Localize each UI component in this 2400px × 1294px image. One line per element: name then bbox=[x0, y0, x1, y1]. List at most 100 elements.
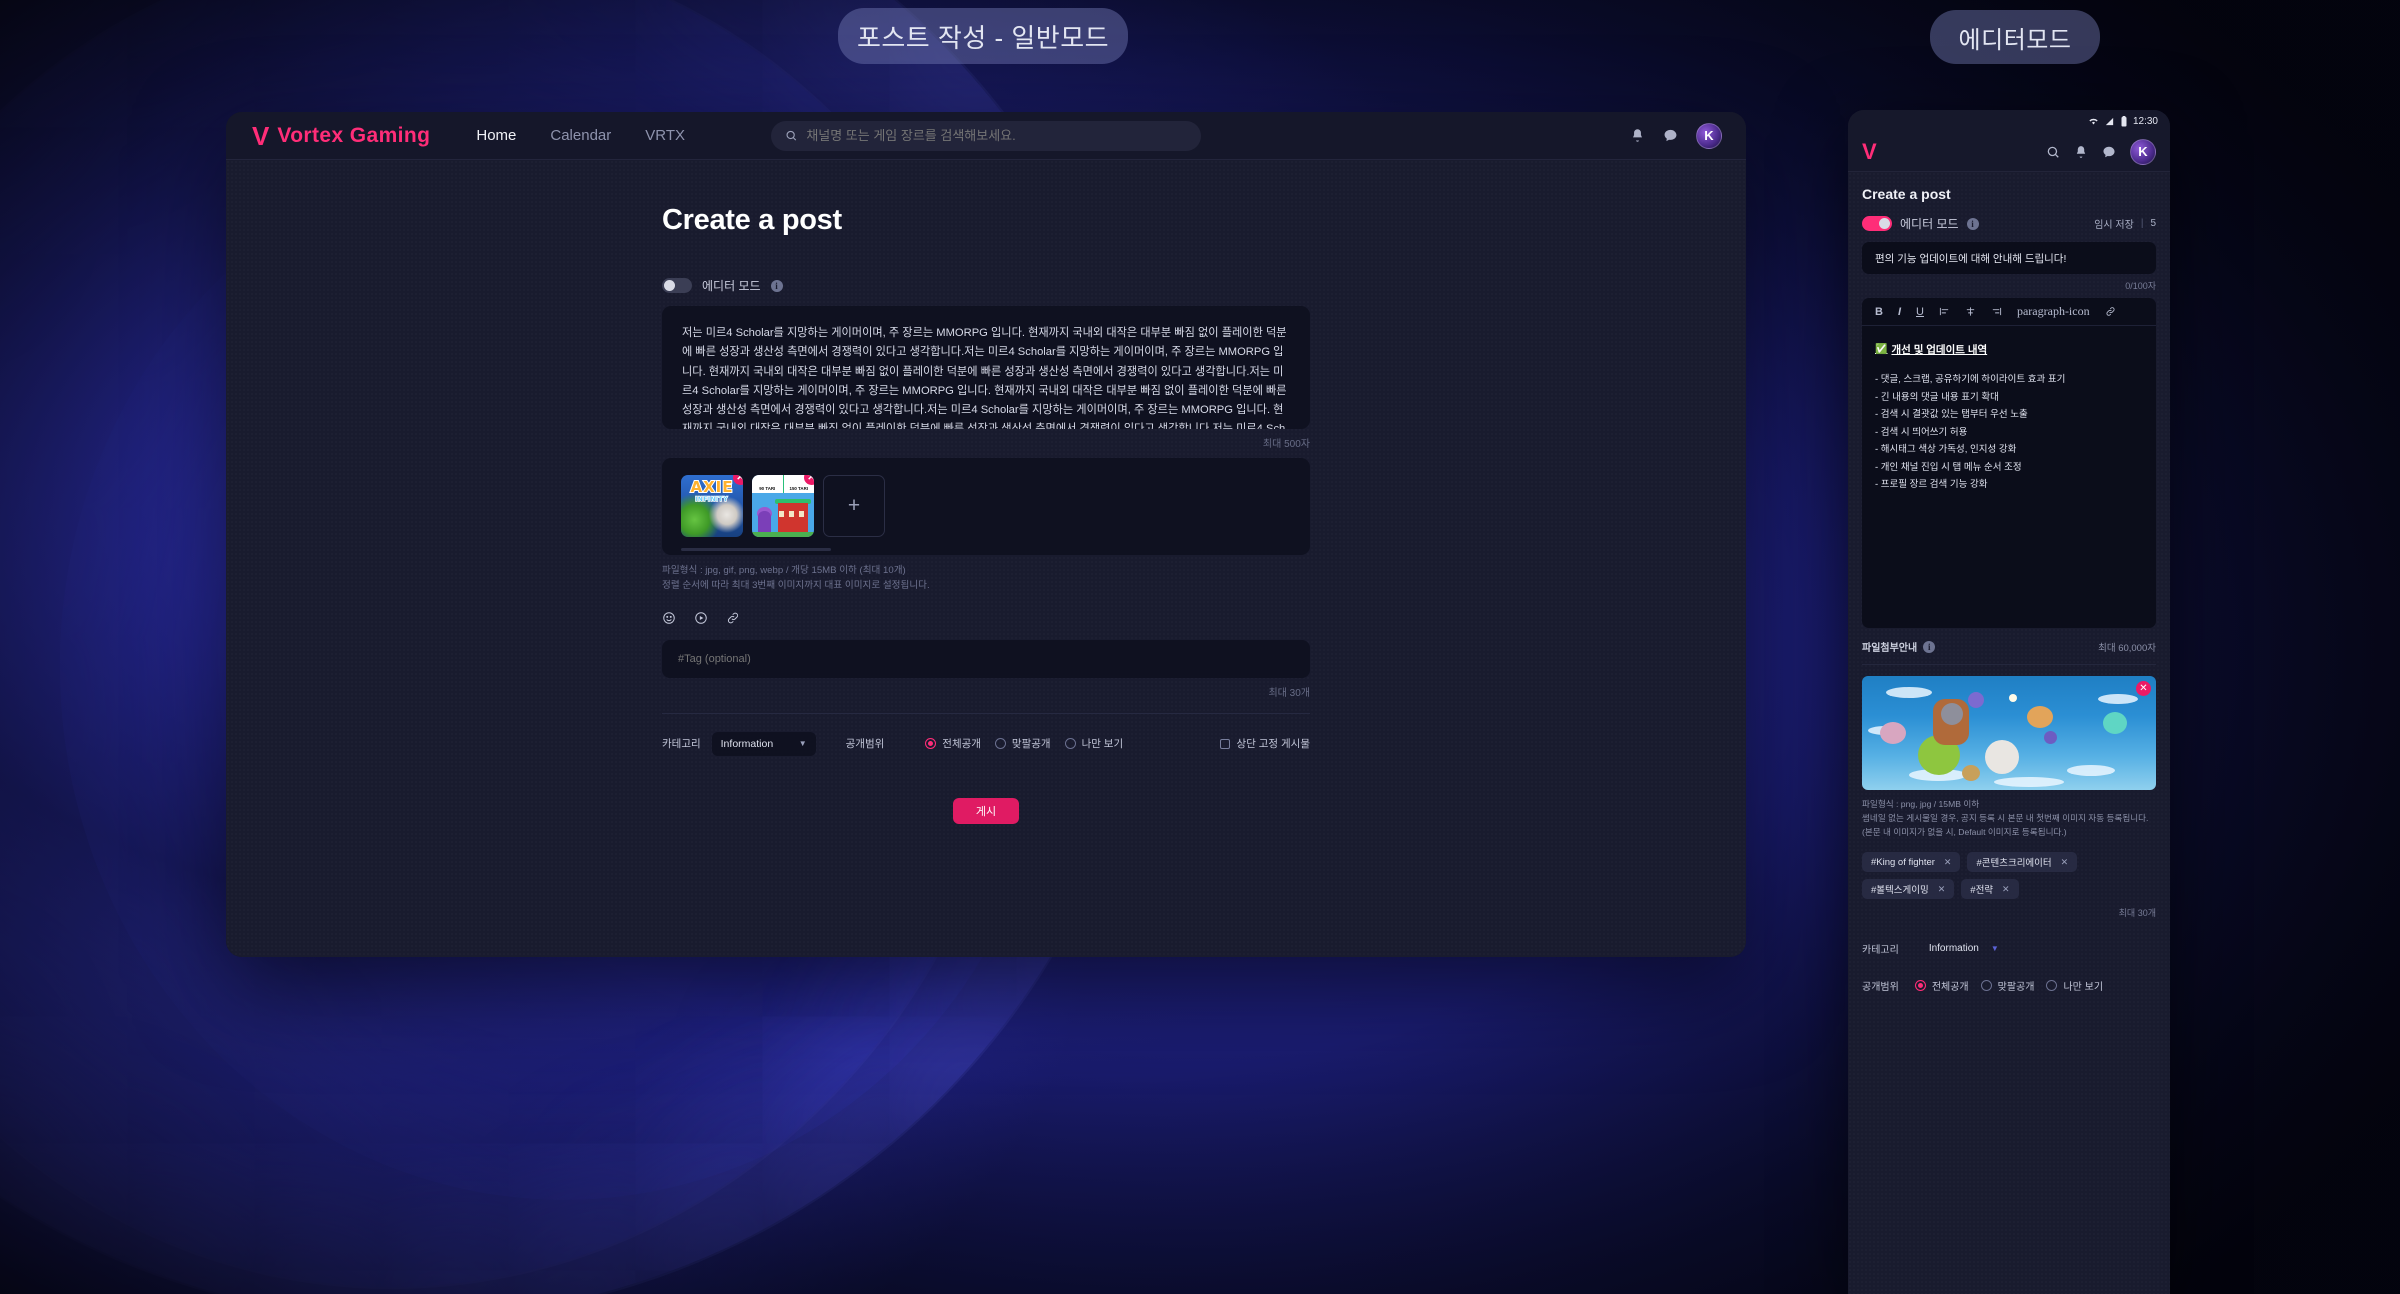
tag-label: #King of fighter bbox=[1871, 856, 1935, 868]
category-select[interactable]: Information ▼ bbox=[711, 731, 816, 756]
radio-icon bbox=[1064, 738, 1076, 750]
mobile-visibility-option-private[interactable]: 나만 보기 bbox=[2046, 978, 2103, 993]
temp-save-count: 5 bbox=[2150, 218, 2156, 229]
add-image-button[interactable]: + bbox=[823, 475, 885, 537]
rich-text-editor: B I U paragraph-icon ✅ 개선 및 업데이트 내역 - 댓글… bbox=[1862, 298, 2156, 628]
remove-tag-icon[interactable]: ✕ bbox=[1944, 857, 1952, 868]
editor-list-item: - 프로필 장르 검색 기능 강화 bbox=[1875, 479, 1988, 491]
nav-link-home[interactable]: Home bbox=[476, 127, 516, 144]
thumbnail-item[interactable]: ✕ AXIE INFINITY bbox=[681, 475, 743, 537]
editor-mode-toggle[interactable] bbox=[662, 278, 692, 293]
tag-chip[interactable]: #King of fighter ✕ bbox=[1862, 852, 1961, 873]
chat-icon[interactable] bbox=[2102, 145, 2116, 159]
temp-save-area[interactable]: 임시 저장 | 5 bbox=[2094, 216, 2156, 231]
body-counter: 최대 500자 bbox=[1262, 439, 1310, 450]
remove-thumbnail-icon[interactable]: ✕ bbox=[2136, 681, 2151, 696]
visibility-option-mutual[interactable]: 맞팔공개 bbox=[994, 736, 1051, 751]
remove-tag-icon[interactable]: ✕ bbox=[2061, 857, 2069, 868]
thumbnail-scrollbar[interactable] bbox=[681, 548, 831, 551]
info-icon[interactable]: i bbox=[1923, 640, 1936, 653]
align-center-icon[interactable] bbox=[1965, 306, 1976, 317]
thumbnail-image: AXIE INFINITY bbox=[681, 475, 743, 537]
check-icon: ✅ bbox=[1875, 344, 1888, 355]
editor-body[interactable]: ✅ 개선 및 업데이트 내역 - 댓글, 스크랩, 공유하기에 하이라이트 효과… bbox=[1862, 326, 2156, 507]
bell-icon[interactable] bbox=[1630, 128, 1645, 143]
visibility-option-label: 나만 보기 bbox=[1081, 738, 1124, 751]
composer-tools bbox=[662, 611, 1310, 625]
mobile-options: 카테고리 Information ▼ 공개범위 전체공개 맞팔공개 나만 보기 bbox=[1862, 941, 2156, 993]
info-icon[interactable]: i bbox=[770, 279, 783, 292]
visibility-option-private[interactable]: 나만 보기 bbox=[1064, 736, 1124, 751]
mobile-visibility-option-public[interactable]: 전체공개 bbox=[1914, 978, 1969, 993]
visibility-label: 공개범위 bbox=[845, 738, 885, 751]
mobile-category-select[interactable]: Information ▼ bbox=[1929, 943, 1999, 954]
tag-list: #King of fighter ✕ #콘텐츠크리에이터 ✕ #볼텍스게이밍 ✕… bbox=[1862, 852, 2156, 900]
pin-post-checkbox[interactable]: 상단 고정 게시물 bbox=[1219, 736, 1310, 751]
search-bar[interactable] bbox=[771, 120, 1201, 151]
file-hint-line-2: 정렬 순서에 따라 최대 3번째 이미지까지 대표 이미지로 설정됩니다. bbox=[662, 579, 930, 591]
italic-icon[interactable]: I bbox=[1898, 306, 1901, 318]
align-right-icon[interactable] bbox=[1991, 306, 2002, 317]
align-left-icon[interactable] bbox=[1939, 306, 1950, 317]
chat-icon[interactable] bbox=[1663, 128, 1678, 143]
signal-icon bbox=[2105, 117, 2114, 125]
avatar[interactable]: K bbox=[1696, 122, 1722, 149]
battery-icon bbox=[2121, 115, 2127, 126]
thumbnail-item[interactable]: ✕ 90 TARI 150 TARI bbox=[752, 475, 814, 537]
vortex-v-icon[interactable]: V bbox=[1862, 140, 1877, 163]
file-attach-label: 파일첨부안내 bbox=[1862, 643, 1918, 654]
search-icon[interactable] bbox=[2046, 145, 2060, 159]
avatar[interactable]: K bbox=[2130, 138, 2156, 165]
mobile-title-counter: 0/100자 bbox=[2125, 281, 2156, 291]
tag-label: #콘텐츠크리에이터 bbox=[1976, 858, 2052, 870]
editor-list-item: - 검색 시 띄어쓰기 허용 bbox=[1875, 426, 1968, 438]
mobile-category-value: Information bbox=[1928, 943, 1979, 955]
info-icon[interactable]: i bbox=[1966, 217, 1979, 230]
tag-input[interactable] bbox=[678, 652, 1294, 665]
editor-mode-label: 에디터 모드 bbox=[702, 279, 761, 293]
thumbnail-list: ✕ AXIE INFINITY ✕ 90 TARI 150 TARI + bbox=[681, 475, 1291, 537]
mobile-file-hint-line-1: 파일형식 : png, jpg / 15MB 이하 bbox=[1862, 799, 1980, 809]
brand-logo[interactable]: V Vortex Gaming bbox=[252, 123, 430, 149]
tag-input-field[interactable] bbox=[662, 639, 1310, 678]
bold-icon[interactable]: B bbox=[1875, 306, 1883, 318]
nav-link-calendar[interactable]: Calendar bbox=[550, 127, 611, 144]
post-body-textarea[interactable]: 저는 미르4 Scholar를 지망하는 게이머이며, 주 장르는 MMORPG… bbox=[662, 306, 1310, 429]
axie-title: AXIE bbox=[689, 478, 734, 496]
tag-chip[interactable]: #볼텍스게이밍 ✕ bbox=[1862, 879, 1955, 900]
bell-icon[interactable] bbox=[2074, 145, 2088, 159]
editor-list-item: - 해시태그 색상 가독성, 인지성 강화 bbox=[1875, 444, 2017, 456]
mobile-visibility-label: 공개범위 bbox=[1862, 982, 1899, 994]
remove-tag-icon[interactable]: ✕ bbox=[1938, 884, 1946, 895]
video-icon[interactable] bbox=[694, 611, 708, 625]
nav-links: Home Calendar VRTX bbox=[476, 127, 685, 144]
thumbnail-preview[interactable]: ✕ bbox=[1862, 676, 2156, 790]
tag-chip[interactable]: #전략 ✕ bbox=[1961, 879, 2019, 900]
screen: 포스트 작성 - 일반모드 에디터모드 V Vortex Gaming Home… bbox=[0, 0, 2400, 1294]
wifi-icon bbox=[2089, 118, 2098, 124]
visibility-options: 전체공개 맞팔공개 나만 보기 bbox=[925, 736, 1123, 751]
file-hint-line-1: 파일형식 : jpg, gif, png, webp / 개당 15MB 이하 … bbox=[662, 565, 906, 576]
file-hint: 파일형식 : jpg, gif, png, webp / 개당 15MB 이하 … bbox=[662, 564, 1310, 594]
brand-name: Vortex Gaming bbox=[277, 123, 431, 147]
post-button[interactable]: 게시 bbox=[953, 797, 1019, 824]
mobile-editor-mode-toggle[interactable] bbox=[1862, 216, 1892, 231]
mobile-title-input[interactable]: 편의 기능 업데이트에 대해 안내해 드립니다! bbox=[1862, 242, 2156, 274]
search-input[interactable] bbox=[806, 128, 1187, 143]
remove-tag-icon[interactable]: ✕ bbox=[2002, 884, 2010, 895]
link-icon[interactable] bbox=[726, 611, 740, 625]
paragraph-icon[interactable]: paragraph-icon bbox=[2017, 304, 2090, 319]
emoji-icon[interactable] bbox=[662, 611, 676, 625]
tag-label: #볼텍스게이밍 bbox=[1871, 885, 1929, 897]
underline-icon[interactable]: U bbox=[1916, 306, 1924, 318]
editor-list-item: - 댓글, 스크랩, 공유하기에 하이라이트 효과 표기 bbox=[1875, 374, 2066, 385]
tag-chip[interactable]: #콘텐츠크리에이터 ✕ bbox=[1967, 852, 2078, 873]
link-icon[interactable] bbox=[2105, 306, 2116, 317]
category-value: Information bbox=[720, 737, 774, 750]
thumbnail-image bbox=[1862, 676, 2156, 790]
nav-link-vrtx[interactable]: VRTX bbox=[645, 127, 685, 144]
visibility-option-public[interactable]: 전체공개 bbox=[925, 736, 981, 751]
mobile-visibility-option-mutual[interactable]: 맞팔공개 bbox=[1980, 978, 2034, 993]
mobile-file-hint: 파일형식 : png, jpg / 15MB 이하 썸네일 없는 게시물일 경우… bbox=[1862, 798, 2156, 839]
page-title: Create a post bbox=[662, 204, 842, 236]
